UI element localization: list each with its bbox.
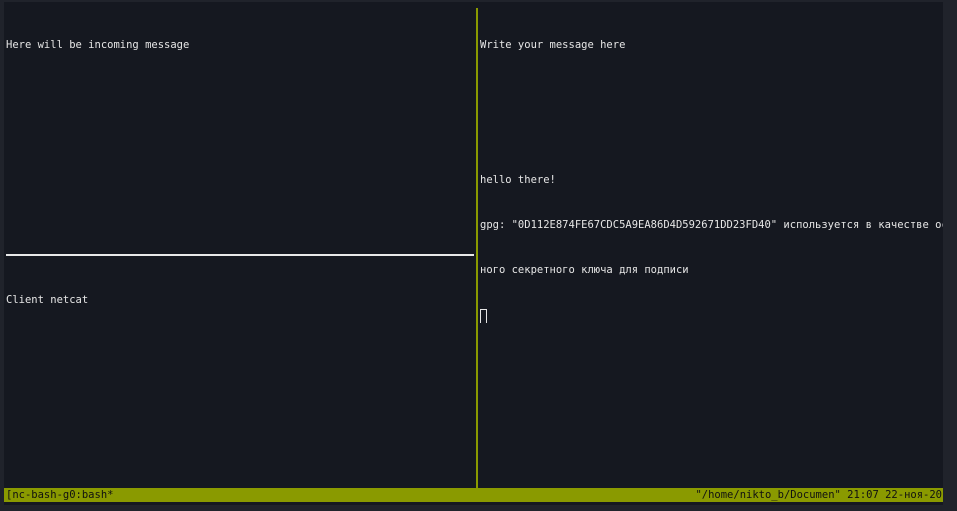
- pane-line: ного секретного ключа для подписи: [480, 264, 689, 276]
- client-netcat-pane[interactable]: Client netcat: [6, 263, 472, 487]
- pane-line: gpg: "0D112E874FE67CDC5A9EA86D4D592671DD…: [480, 219, 943, 231]
- session-window-label[interactable]: [nc-bash-g0:bash*: [6, 488, 113, 502]
- write-message-pane[interactable]: Write your message here hello there! gpg…: [480, 8, 943, 487]
- horizontal-pane-divider[interactable]: [6, 254, 474, 256]
- cursor-line[interactable]: [480, 308, 943, 323]
- text-cursor: [480, 309, 487, 323]
- tmux-window[interactable]: Here will be incoming message Client net…: [4, 2, 943, 505]
- pane-line: [480, 83, 943, 98]
- pane-line: [480, 128, 943, 143]
- pane-line: Write your message here: [480, 39, 626, 51]
- pane-line: Here will be incoming message: [6, 39, 190, 51]
- vertical-pane-divider[interactable]: [476, 8, 478, 488]
- incoming-message-pane[interactable]: Here will be incoming message: [6, 8, 472, 252]
- status-right-info: "/home/nikto_b/Documen" 21:07 22-ноя-20: [695, 489, 942, 501]
- pane-line: Client netcat: [6, 294, 89, 306]
- tmux-status-bar: [nc-bash-g0:bash* "/home/nikto_b/Documen…: [4, 488, 943, 502]
- pane-line: hello there!: [480, 174, 556, 186]
